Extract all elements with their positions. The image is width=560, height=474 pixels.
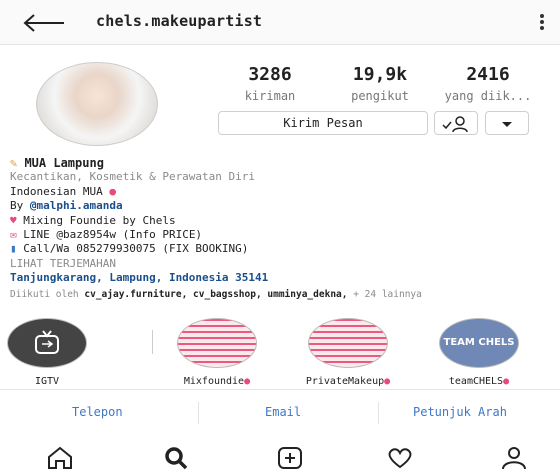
- contact-bar: Telepon Email Petunjuk Arah: [0, 389, 560, 439]
- followed-by-names: cv_ajay.furniture, cv_bagsshop, umminya_…: [84, 288, 348, 300]
- options-menu-icon[interactable]: [538, 12, 546, 34]
- bio-line-3: Mixing Foundie by Chels: [23, 213, 176, 227]
- phone-button[interactable]: Telepon: [72, 405, 123, 419]
- highlight-cover: [308, 318, 388, 368]
- activity-heart-icon[interactable]: [386, 446, 414, 470]
- highlight-label: PrivateMakeup: [305, 376, 385, 387]
- highlight-teamchels[interactable]: TEAM CHELS teamCHELS●: [434, 318, 524, 387]
- new-post-icon[interactable]: [276, 446, 304, 470]
- lipstick-icon: ●: [109, 184, 116, 198]
- bio-by-prefix: By: [10, 199, 24, 213]
- bottom-nav: [0, 438, 560, 474]
- highlight-label: IGTV: [34, 376, 60, 387]
- lipstick-icon: ●: [244, 376, 251, 387]
- contact-divider: [378, 402, 379, 424]
- bio-mention-link[interactable]: @malphi.amanda: [30, 199, 123, 212]
- profile-display-name: MUA Lampung: [24, 156, 104, 170]
- profile-username: chels.makeupartist: [96, 12, 263, 30]
- stat-posts-count: 3286: [248, 64, 292, 85]
- back-arrow-icon[interactable]: [22, 12, 66, 34]
- stat-followers[interactable]: 19,9k pengikut: [332, 64, 428, 103]
- home-icon[interactable]: [46, 446, 74, 470]
- profile-avatar[interactable]: [36, 62, 158, 146]
- send-message-button[interactable]: Kirim Pesan: [218, 111, 428, 135]
- following-button[interactable]: [434, 111, 478, 135]
- igtv-cover: [7, 318, 87, 368]
- stat-following-label: yang diik...: [444, 89, 532, 103]
- phone-icon: ▮: [10, 242, 24, 256]
- highlight-divider: [152, 330, 153, 354]
- highlight-igtv[interactable]: IGTV: [2, 318, 92, 387]
- stat-posts-label: kiriman: [244, 89, 296, 103]
- followed-by-prefix: Diikuti oleh: [10, 288, 79, 300]
- highlight-cover: [177, 318, 257, 368]
- highlight-label: teamCHELS: [448, 376, 504, 387]
- followed-by-more: + 24 lainnya: [353, 288, 422, 300]
- directions-button[interactable]: Petunjuk Arah: [413, 405, 507, 419]
- profile-category: Kecantikan, Kosmetik & Perawatan Diri: [10, 170, 256, 184]
- highlight-privatemakeup[interactable]: PrivateMakeup●: [303, 318, 393, 387]
- following-check-person-icon: [442, 116, 468, 133]
- lipstick-icon: ●: [384, 376, 391, 387]
- top-bar: chels.makeupartist: [0, 0, 560, 45]
- email-button[interactable]: Email: [265, 405, 301, 419]
- highlight-label: Mixfoundie: [183, 376, 245, 387]
- stat-followers-label: pengikut: [351, 89, 409, 103]
- see-translation-link[interactable]: LIHAT TERJEMAHAN: [10, 257, 555, 271]
- followed-by[interactable]: Diikuti oleh cv_ajay.furniture, cv_bagss…: [10, 288, 555, 302]
- bio-line-4: LINE @baz8954w (Info PRICE): [23, 228, 203, 242]
- location-link[interactable]: Tanjungkarang, Lampung, Indonesia 35141: [10, 271, 555, 285]
- stat-following-count: 2416: [466, 64, 510, 85]
- makeup-brush-icon: ✎: [10, 156, 25, 170]
- heart-icon: ♥: [10, 213, 24, 227]
- profile-icon[interactable]: [500, 446, 528, 470]
- contact-divider: [198, 402, 199, 424]
- search-icon[interactable]: [162, 446, 190, 470]
- bio-line-5: Call/Wa 085279930075 (FIX BOOKING): [23, 242, 249, 256]
- lipstick-icon: ●: [503, 376, 510, 387]
- highlight-mixfoundie[interactable]: Mixfoundie●: [172, 318, 262, 387]
- igtv-icon: [35, 330, 59, 354]
- bio-line-1: Indonesian MUA: [10, 184, 103, 198]
- stat-followers-count: 19,9k: [352, 64, 408, 85]
- suggestions-dropdown-button[interactable]: [485, 111, 529, 135]
- stat-posts[interactable]: 3286 kiriman: [222, 64, 318, 103]
- chevron-down-icon: [502, 122, 512, 127]
- stat-following[interactable]: 2416 yang diik...: [440, 64, 536, 103]
- highlight-cover: TEAM CHELS: [439, 318, 519, 368]
- chat-icon: ✉: [10, 228, 24, 242]
- highlight-cover-text: TEAM CHELS: [443, 337, 515, 348]
- profile-bio: ✎ MUA Lampung Kecantikan, Kosmetik & Per…: [10, 156, 555, 302]
